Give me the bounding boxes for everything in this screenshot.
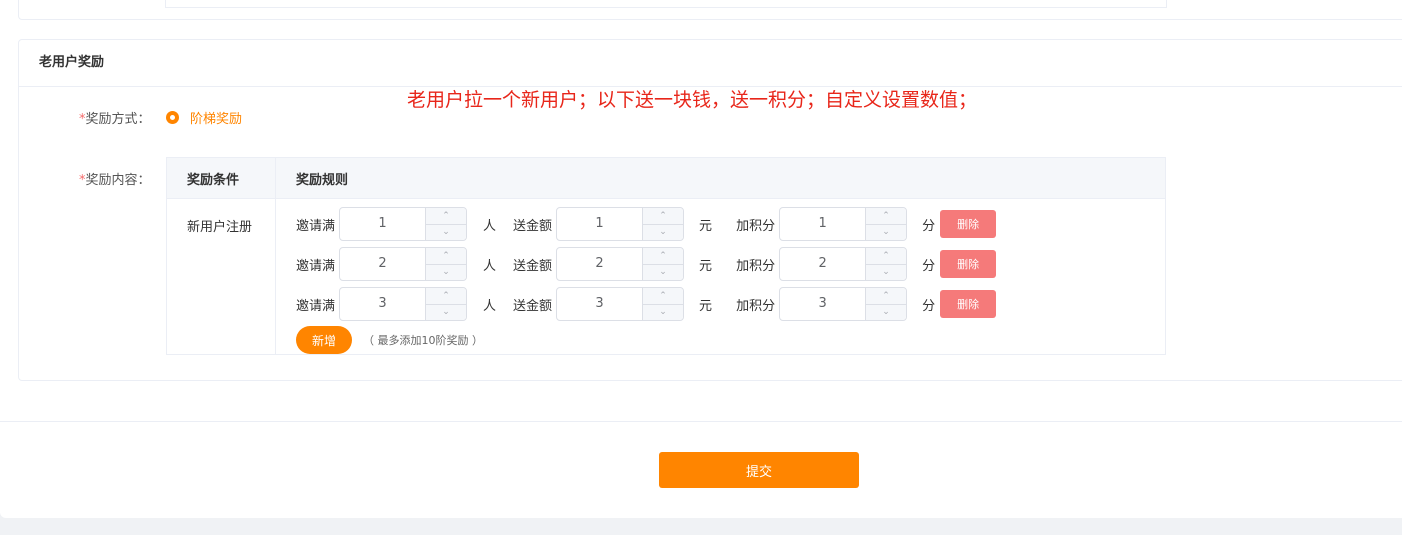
chevron-up-icon[interactable]: ⌃ [426, 208, 467, 225]
reward-method-label-text: 奖励方式： [85, 112, 151, 127]
invite-count-stepper[interactable]: 2 ⌃ ⌄ [339, 247, 468, 281]
money-amount-stepper[interactable]: 3 ⌃ ⌄ [556, 287, 685, 321]
reward-method-option: 阶梯奖励 [190, 112, 243, 127]
delete-tier-button[interactable]: 删除 [940, 250, 997, 278]
chevron-up-icon[interactable]: ⌃ [866, 288, 907, 305]
money-amount-stepper-value[interactable]: 2 [557, 248, 642, 280]
card-title: 老用户奖励 [19, 40, 1402, 87]
page: 老用户奖励 老用户拉一个新用户；以下送一块钱，送一积分；自定义设置数值； *奖励… [0, 0, 1402, 518]
invite-unit: 人 [483, 218, 497, 234]
invite-label: 邀请满 [296, 258, 336, 274]
chevron-down-icon[interactable]: ⌄ [866, 225, 906, 241]
chevron-down-icon[interactable]: ⌄ [866, 265, 906, 281]
chevron-down-icon[interactable]: ⌄ [426, 225, 466, 241]
rule-cell: 邀请满 1 ⌃ ⌄ 人送金额 1 ⌃ ⌄ 元加积分 1 ⌃ ⌄ 分删除 邀请满 2 ⌃ ⌄ 人送金额 2 ⌃ ⌄ 元加积分… [276, 199, 1166, 355]
chevron-down-icon[interactable]: ⌄ [643, 305, 683, 321]
money-amount-stepper-value[interactable]: 1 [557, 208, 642, 240]
money-unit: 元 [699, 298, 713, 314]
money-amount-stepper[interactable]: 1 ⌃ ⌄ [556, 207, 685, 241]
invite-unit: 人 [483, 298, 497, 314]
rule-row: 邀请满 3 ⌃ ⌄ 人送金额 3 ⌃ ⌄ 元加积分 3 ⌃ ⌄ 分删除 [296, 286, 1165, 322]
chevron-up-icon[interactable]: ⌃ [866, 208, 907, 225]
points-stepper-value[interactable]: 3 [780, 288, 865, 320]
reward-method-radio[interactable]: 阶梯奖励 [166, 108, 242, 127]
invite-count-stepper-value[interactable]: 1 [340, 208, 425, 240]
invite-count-stepper-controls: ⌃ ⌄ [425, 248, 467, 281]
header-rule: 奖励规则 [275, 157, 1166, 199]
points-stepper[interactable]: 2 ⌃ ⌄ [779, 247, 908, 281]
reward-content-label-text: 奖励内容： [85, 173, 151, 188]
submit-button[interactable]: 提交 [659, 452, 859, 488]
chevron-down-icon[interactable]: ⌄ [426, 305, 466, 321]
points-stepper-controls: ⌃ ⌄ [865, 248, 907, 281]
money-amount-stepper-controls: ⌃ ⌄ [642, 248, 684, 281]
chevron-down-icon[interactable]: ⌄ [643, 225, 683, 241]
points-label: 加积分 [736, 218, 776, 234]
add-tier-button[interactable]: 新增 [296, 326, 352, 354]
points-stepper-controls: ⌃ ⌄ [865, 208, 907, 241]
rule-row: 邀请满 1 ⌃ ⌄ 人送金额 1 ⌃ ⌄ 元加积分 1 ⌃ ⌄ 分删除 [296, 206, 1165, 242]
points-unit: 分 [922, 298, 936, 314]
chevron-down-icon[interactable]: ⌄ [426, 265, 466, 281]
invite-count-stepper-value[interactable]: 2 [340, 248, 425, 280]
invite-label: 邀请满 [296, 298, 336, 314]
chevron-down-icon[interactable]: ⌄ [643, 265, 683, 281]
points-label: 加积分 [736, 298, 776, 314]
reward-rules-table: 奖励条件 奖励规则 新用户注册 邀请满 1 ⌃ ⌄ 人送金额 1 ⌃ ⌄ 元加积分 1 ⌃ ⌄ 分删除邀… [166, 157, 1166, 355]
money-amount-stepper[interactable]: 2 ⌃ ⌄ [556, 247, 685, 281]
money-amount-stepper-controls: ⌃ ⌄ [642, 208, 684, 241]
money-amount-stepper-value[interactable]: 3 [557, 288, 642, 320]
money-unit: 元 [699, 258, 713, 274]
money-label: 送金额 [513, 218, 553, 234]
chevron-up-icon[interactable]: ⌃ [866, 248, 907, 265]
add-limit-hint: （ 最多添加10阶奖励 ） [363, 334, 483, 347]
header-condition: 奖励条件 [166, 157, 276, 199]
invite-label: 邀请满 [296, 218, 336, 234]
invite-count-stepper[interactable]: 1 ⌃ ⌄ [339, 207, 468, 241]
chevron-up-icon[interactable]: ⌃ [426, 248, 467, 265]
invite-unit: 人 [483, 258, 497, 274]
chevron-up-icon[interactable]: ⌃ [643, 248, 684, 265]
invite-count-stepper-controls: ⌃ ⌄ [425, 208, 467, 241]
invite-count-stepper-controls: ⌃ ⌄ [425, 288, 467, 321]
points-stepper-value[interactable]: 1 [780, 208, 865, 240]
points-unit: 分 [922, 218, 936, 234]
money-label: 送金额 [513, 258, 553, 274]
rule-rows: 邀请满 1 ⌃ ⌄ 人送金额 1 ⌃ ⌄ 元加积分 1 ⌃ ⌄ 分删除 邀请满 2 ⌃ ⌄ 人送金额 2 ⌃ ⌄ 元加积分… [296, 206, 1165, 322]
delete-tier-button[interactable]: 删除 [940, 290, 997, 318]
invite-count-stepper[interactable]: 3 ⌃ ⌄ [339, 287, 468, 321]
points-stepper-value[interactable]: 2 [780, 248, 865, 280]
chevron-up-icon[interactable]: ⌃ [643, 208, 684, 225]
reward-method-label: *奖励方式： [79, 108, 151, 127]
chevron-up-icon[interactable]: ⌃ [426, 288, 467, 305]
invite-count-stepper-value[interactable]: 3 [340, 288, 425, 320]
chevron-down-icon[interactable]: ⌄ [866, 305, 906, 321]
radio-checked-icon [166, 111, 179, 124]
rule-row: 邀请满 2 ⌃ ⌄ 人送金额 2 ⌃ ⌄ 元加积分 2 ⌃ ⌄ 分删除 [296, 246, 1165, 282]
money-unit: 元 [699, 218, 713, 234]
points-label: 加积分 [736, 258, 776, 274]
money-amount-stepper-controls: ⌃ ⌄ [642, 288, 684, 321]
points-stepper[interactable]: 1 ⌃ ⌄ [779, 207, 908, 241]
footer-divider [0, 421, 1402, 422]
annotation-note: 老用户拉一个新用户；以下送一块钱，送一积分；自定义设置数值； [407, 89, 978, 111]
points-stepper[interactable]: 3 ⌃ ⌄ [779, 287, 908, 321]
delete-tier-button[interactable]: 删除 [940, 210, 997, 238]
money-label: 送金额 [513, 298, 553, 314]
points-unit: 分 [922, 258, 936, 274]
reward-content-label: *奖励内容： [79, 169, 151, 188]
points-stepper-controls: ⌃ ⌄ [865, 288, 907, 321]
chevron-up-icon[interactable]: ⌃ [643, 288, 684, 305]
condition-cell: 新用户注册 [166, 198, 276, 355]
previous-card-inner [165, 0, 1167, 8]
